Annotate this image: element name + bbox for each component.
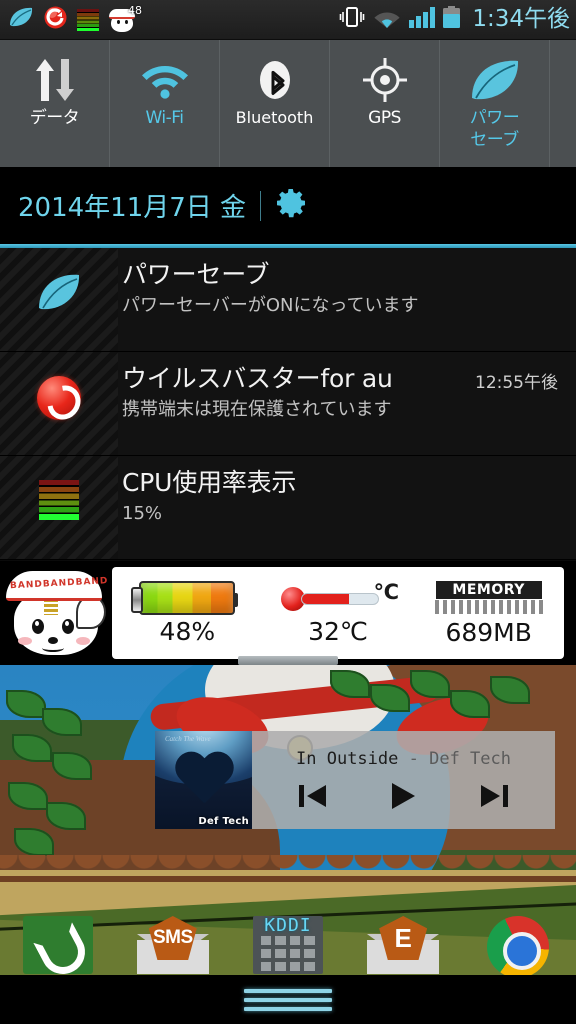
sms-app-label: SMS: [148, 916, 197, 960]
kddi-dialer-app-icon[interactable]: KDDI: [249, 916, 327, 974]
notification-subtitle: 携帯端末は現在保護されています: [122, 399, 392, 420]
track-title: In Outside - Def Tech: [296, 749, 511, 769]
status-bar-right-icons: 1:34午後: [339, 6, 570, 33]
album-art-artist-label: Def Tech: [198, 816, 249, 827]
sms-app-icon[interactable]: SMS: [134, 916, 212, 974]
track-artist: Def Tech: [429, 749, 511, 769]
quick-tile-gps[interactable]: GPS: [330, 40, 440, 167]
power-save-leaf-icon: [8, 6, 34, 33]
notification-subtitle: パワーセーバーがONになっています: [122, 295, 419, 316]
cpu-meter-icon: [39, 480, 79, 520]
mascot-avatar: BANDBANDBAND: [0, 567, 112, 659]
app-dock: SMS KDDI E: [0, 916, 576, 978]
notification-power-save[interactable]: パワーセーブ パワーセーバーがONになっています: [0, 248, 576, 352]
monitor-card: 48% ℃ 32℃ MEMORY 689MB: [112, 567, 564, 659]
battery-icon: [131, 581, 239, 615]
shade-drag-handle[interactable]: [238, 656, 338, 665]
battery-icon: [443, 6, 461, 33]
temperature-unit-glyph: ℃: [373, 580, 399, 604]
date-row: 2014年11月7日 金: [0, 167, 576, 244]
notification-body: パワーセーブ パワーセーバーがONになっています: [118, 248, 576, 351]
battery-value: 48%: [159, 617, 216, 646]
date-separator: [260, 190, 262, 221]
transport-controls: [252, 779, 555, 813]
mascot-app-icon: 48: [109, 4, 142, 32]
status-bar-left-icons: 48: [8, 4, 142, 34]
play-button[interactable]: [381, 779, 425, 813]
quick-tile-power-save-label: パワー: [469, 108, 520, 128]
album-art-heart: [173, 753, 235, 809]
wifi-icon: [373, 7, 401, 33]
memory-chip-icon: MEMORY: [429, 580, 549, 616]
notification-icon-column: [0, 248, 118, 351]
leaf-icon: [36, 272, 82, 317]
temperature-value: 32℃: [308, 617, 368, 646]
notification-time: 12:55午後: [475, 373, 558, 393]
memory-chip-label: MEMORY: [434, 580, 543, 600]
notification-body: CPU使用率表示 15%: [118, 456, 576, 559]
bluetooth-icon: [255, 54, 295, 106]
notification-title: CPU使用率表示: [122, 468, 297, 497]
notification-virus-buster[interactable]: ウイルスバスターfor au 携帯端末は現在保護されています 12:55午後: [0, 352, 576, 456]
track-separator: -: [398, 749, 430, 769]
quick-tile-data[interactable]: データ: [0, 40, 110, 167]
notification-list: パワーセーブ パワーセーバーがONになっています ウイルスバスターfor au …: [0, 248, 576, 560]
gear-icon[interactable]: [275, 186, 309, 225]
phone-app-icon[interactable]: [19, 916, 97, 974]
current-date: 2014年11月7日 金: [18, 193, 247, 223]
quick-tile-wifi[interactable]: Wi-Fi: [110, 40, 220, 167]
email-app-label: E: [379, 916, 428, 960]
keypad-grid: [260, 936, 315, 971]
notification-icon-column: [0, 456, 118, 559]
quick-tile-wifi-label: Wi-Fi: [145, 108, 184, 128]
notification-body: ウイルスバスターfor au 携帯端末は現在保護されています 12:55午後: [118, 352, 576, 455]
vibrate-icon: [339, 6, 365, 33]
menu-lines-icon[interactable]: [244, 988, 332, 1011]
notification-subtitle: 15%: [122, 503, 163, 524]
memory-value: 689MB: [445, 618, 532, 647]
system-monitor-widget[interactable]: BANDBANDBAND 48% ℃ 32℃ MEMORY 689MB: [0, 561, 576, 665]
next-track-button[interactable]: [472, 779, 516, 813]
signal-icon: [409, 6, 436, 33]
quick-tile-next-partial[interactable]: [550, 40, 576, 167]
previous-track-button[interactable]: [291, 779, 335, 813]
album-art[interactable]: Catch The Wave Def Tech: [155, 731, 252, 829]
chrome-app-icon[interactable]: [479, 916, 557, 978]
notification-shade: 48 1:34午後 データ Wi-Fi Bluetooth GPS パワー セー…: [0, 0, 576, 665]
data-transfer-icon: [33, 54, 77, 106]
music-player-widget[interactable]: Catch The Wave Def Tech In Outside - Def…: [155, 731, 555, 829]
email-app-icon[interactable]: E: [364, 916, 442, 974]
memory-cell[interactable]: MEMORY 689MB: [413, 567, 564, 659]
leaf-icon: [469, 54, 521, 106]
gps-icon: [362, 54, 408, 106]
wifi-icon: [141, 54, 189, 106]
mascot-badge-count: 48: [128, 3, 142, 17]
virus-buster-icon: [37, 376, 81, 420]
notification-icon-column: [0, 352, 118, 455]
kddi-dialer-label: KDDI: [264, 915, 312, 936]
cpu-meter-icon: [77, 8, 99, 31]
quick-tile-gps-label: GPS: [368, 108, 401, 128]
status-bar-clock: 1:34午後: [472, 6, 570, 32]
notification-cpu-usage[interactable]: CPU使用率表示 15%: [0, 456, 576, 560]
quick-settings-row: データ Wi-Fi Bluetooth GPS パワー セーブ: [0, 40, 576, 167]
quick-tile-bluetooth-label: Bluetooth: [235, 108, 314, 127]
track-name: In Outside: [296, 749, 399, 769]
wallpaper-divider-line: [0, 876, 576, 882]
album-art-top-text: Catch The Wave: [165, 735, 211, 743]
battery-cell[interactable]: 48%: [112, 567, 263, 659]
quick-tile-power-save[interactable]: パワー セーブ: [440, 40, 550, 167]
virus-buster-icon: [44, 6, 67, 34]
status-bar: 48 1:34午後: [0, 0, 576, 40]
temperature-cell[interactable]: ℃ 32℃: [263, 567, 414, 659]
music-controls: In Outside - Def Tech: [252, 731, 555, 829]
quick-tile-data-label: データ: [29, 108, 80, 128]
quick-tile-power-save-label2: セーブ: [470, 130, 519, 150]
navigation-bar: [0, 975, 576, 1024]
thermometer-icon: ℃: [279, 580, 399, 615]
quick-tile-bluetooth[interactable]: Bluetooth: [220, 40, 330, 167]
notification-title: パワーセーブ: [122, 260, 270, 289]
